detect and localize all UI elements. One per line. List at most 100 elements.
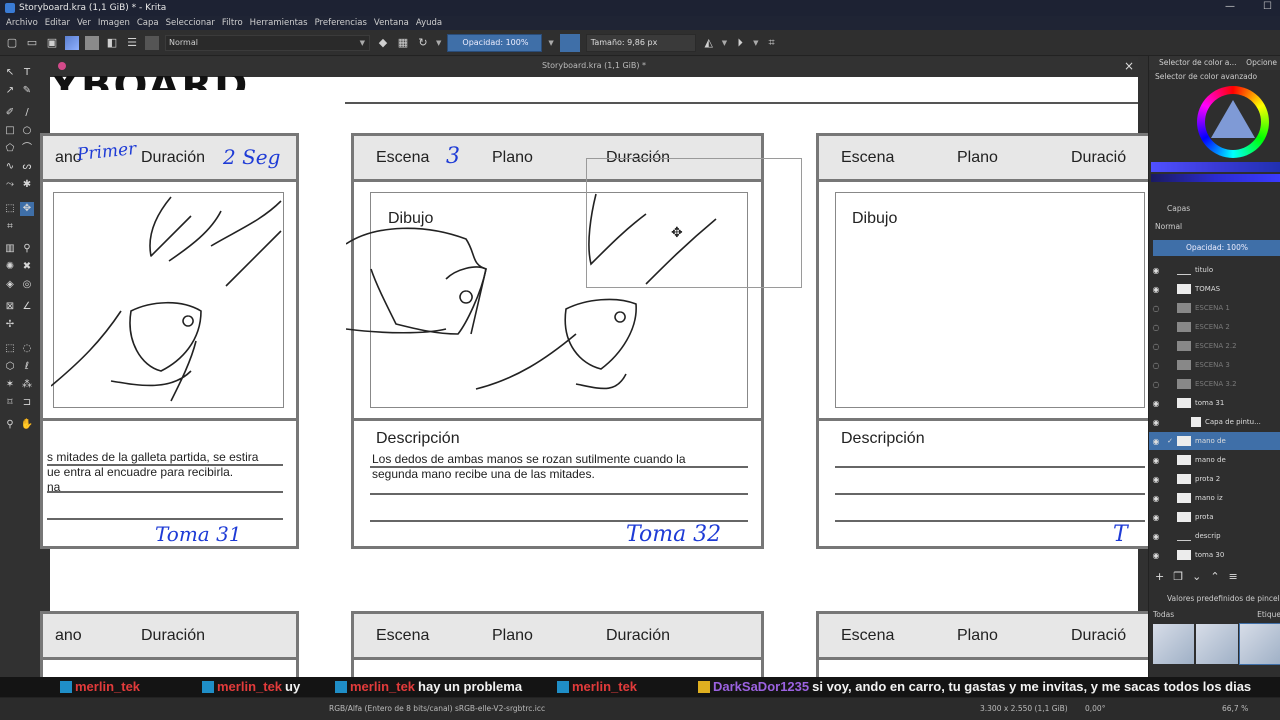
eye-closed-icon[interactable]: ◌ — [1149, 361, 1163, 370]
crop-icon[interactable]: ⌗ — [765, 36, 779, 50]
measure-tool-icon[interactable]: ∠ — [20, 300, 34, 314]
menu-filtro[interactable]: Filtro — [222, 18, 243, 28]
layer-row-active[interactable]: ◉ ✓ mano de — [1149, 432, 1280, 450]
eye-icon[interactable]: ◉ — [1149, 475, 1163, 484]
zoom-tool-icon[interactable]: ⚲ — [3, 418, 17, 432]
fill-tool-icon[interactable]: ◈ — [3, 278, 17, 292]
menu-ayuda[interactable]: Ayuda — [416, 18, 442, 28]
layer-row[interactable]: ◌ ESCENA 1 — [1149, 299, 1280, 317]
menu-capa[interactable]: Capa — [137, 18, 159, 28]
tab-options[interactable]: Opcione — [1246, 56, 1277, 70]
brush-filter-select[interactable]: Todas — [1153, 610, 1174, 619]
close-document-icon[interactable]: × — [1124, 57, 1134, 75]
rectangle-tool-icon[interactable]: □ — [3, 124, 17, 138]
layer-row[interactable]: ◉ Capa de pintu... — [1149, 413, 1280, 431]
polyline-tool-icon[interactable]: ⌒ — [20, 142, 34, 156]
tab-color-selector[interactable]: Selector de color a... — [1159, 56, 1237, 70]
edit-shapes-icon[interactable]: ↗ — [3, 84, 17, 98]
gradient-swatch[interactable] — [65, 35, 79, 50]
polygon-tool-icon[interactable]: ⬠ — [3, 142, 17, 156]
mirror-vertical-icon[interactable]: ⏵ — [733, 36, 747, 50]
brush-settings-icon[interactable]: ☰ — [125, 36, 139, 50]
rect-select-icon[interactable]: ⬚ — [3, 342, 17, 356]
move-tool-icon[interactable]: ✥ — [20, 202, 34, 216]
layer-row[interactable]: ◉ prota 2 — [1149, 470, 1280, 488]
pan-tool-icon[interactable]: ✋ — [20, 418, 34, 432]
layer-properties-icon[interactable]: ≡ — [1229, 570, 1238, 583]
polygon-select-icon[interactable]: ⬡ — [3, 360, 17, 374]
open-folder-icon[interactable]: ▭ — [25, 36, 39, 50]
document-tab[interactable]: Storyboard.kra (1,1 GiB) * × — [50, 57, 1138, 77]
add-layer-icon[interactable]: + — [1155, 570, 1164, 583]
color-triangle[interactable] — [1211, 100, 1255, 138]
similar-select-icon[interactable]: ⁂ — [20, 378, 34, 392]
freehand-select-icon[interactable]: ℓ — [20, 360, 34, 374]
brush-preset[interactable] — [1153, 624, 1195, 664]
layer-row[interactable]: ◌ ESCENA 2.2 — [1149, 337, 1280, 355]
magnetic-select-icon[interactable]: ⊐ — [20, 396, 34, 410]
ellipse-select-icon[interactable]: ◌ — [20, 342, 34, 356]
alpha-lock-icon[interactable]: ▦ — [396, 36, 410, 50]
bezier-tool-icon[interactable]: ∿ — [3, 160, 17, 174]
menu-ventana[interactable]: Ventana — [374, 18, 409, 28]
menu-archivo[interactable]: Archivo — [6, 18, 38, 28]
brush-preset[interactable] — [1196, 624, 1238, 664]
zoom-status[interactable]: 66,7 % — [1222, 704, 1248, 713]
freehand-brush-icon[interactable]: ✐ — [3, 106, 17, 120]
duplicate-layer-icon[interactable]: ❐ — [1173, 570, 1183, 583]
layer-row[interactable]: ◌ ESCENA 3.2 — [1149, 375, 1280, 393]
eye-icon[interactable]: ◉ — [1149, 494, 1163, 503]
smart-patch-icon[interactable]: ✖ — [20, 260, 34, 274]
reference-tool-icon[interactable]: ✢ — [3, 318, 17, 332]
eye-closed-icon[interactable]: ◌ — [1149, 380, 1163, 389]
layer-row[interactable]: ◉ TOMAS — [1149, 280, 1280, 298]
layers-opacity-slider[interactable]: Opacidad: 100% — [1153, 240, 1280, 256]
blend-mode-select[interactable]: Normal ▼ — [165, 34, 370, 51]
reload-icon[interactable]: ↻ — [416, 36, 430, 50]
eraser-icon[interactable]: ◆ — [376, 36, 390, 50]
dynamic-brush-icon[interactable]: ⤳ — [3, 178, 17, 192]
gradient-tool-icon[interactable]: ▥ — [3, 242, 17, 256]
minimize-button[interactable]: — — [1225, 1, 1235, 12]
color-value-bar[interactable] — [1151, 174, 1280, 182]
color-shade-bar[interactable] — [1151, 162, 1280, 172]
eye-icon[interactable]: ◉ — [1149, 418, 1163, 427]
pattern-swatch[interactable] — [85, 35, 99, 50]
mirror-horizontal-icon[interactable]: ◭ — [702, 36, 716, 50]
move-layer-up-icon[interactable]: ⌃ — [1210, 570, 1219, 583]
eye-icon[interactable]: ◉ — [1149, 399, 1163, 408]
contiguous-select-icon[interactable]: ✶ — [3, 378, 17, 392]
menu-imagen[interactable]: Imagen — [98, 18, 130, 28]
layer-row[interactable]: ◉ prota — [1149, 508, 1280, 526]
eye-closed-icon[interactable]: ◌ — [1149, 342, 1163, 351]
text-tool-icon[interactable]: T — [20, 66, 34, 80]
brush-tag[interactable]: Etique — [1257, 610, 1280, 619]
eye-icon[interactable]: ◉ — [1149, 513, 1163, 522]
eye-icon[interactable]: ◉ — [1149, 532, 1163, 541]
transform-selection-box[interactable] — [586, 158, 802, 288]
layers-blend-mode[interactable]: Normal — [1155, 222, 1182, 231]
menu-ver[interactable]: Ver — [77, 18, 91, 28]
new-document-icon[interactable]: ▢ — [5, 36, 19, 50]
freehand-path-icon[interactable]: ᔕ — [20, 160, 34, 174]
calligraphy-icon[interactable]: ✎ — [20, 84, 34, 98]
eye-icon[interactable]: ◉ — [1149, 266, 1163, 275]
color-picker-icon[interactable]: ⚲ — [20, 242, 34, 256]
menu-editar[interactable]: Editar — [45, 18, 70, 28]
size-slider[interactable]: Tamaño: 9,86 px — [585, 33, 696, 52]
move-layer-down-icon[interactable]: ⌄ — [1192, 570, 1201, 583]
ellipse-tool-icon[interactable]: ○ — [20, 124, 34, 138]
layer-row[interactable]: ◉ descrip — [1149, 527, 1280, 545]
layer-row[interactable]: ◉ mano de — [1149, 451, 1280, 469]
brush-preset-selected[interactable] — [1238, 623, 1280, 665]
brush-preset-icon[interactable] — [145, 35, 159, 50]
maximize-button[interactable]: ☐ — [1263, 1, 1272, 12]
colorize-mask-icon[interactable]: ✺ — [3, 260, 17, 274]
bezier-select-icon[interactable]: ⌑ — [3, 396, 17, 410]
layer-row[interactable]: ◉ titulo — [1149, 261, 1280, 279]
layer-row[interactable]: ◌ ESCENA 2 — [1149, 318, 1280, 336]
eye-icon[interactable]: ◉ — [1149, 285, 1163, 294]
opacity-slider[interactable]: Opacidad: 100% — [447, 33, 543, 52]
enclose-fill-icon[interactable]: ◎ — [20, 278, 34, 292]
menu-preferencias[interactable]: Preferencias — [315, 18, 367, 28]
